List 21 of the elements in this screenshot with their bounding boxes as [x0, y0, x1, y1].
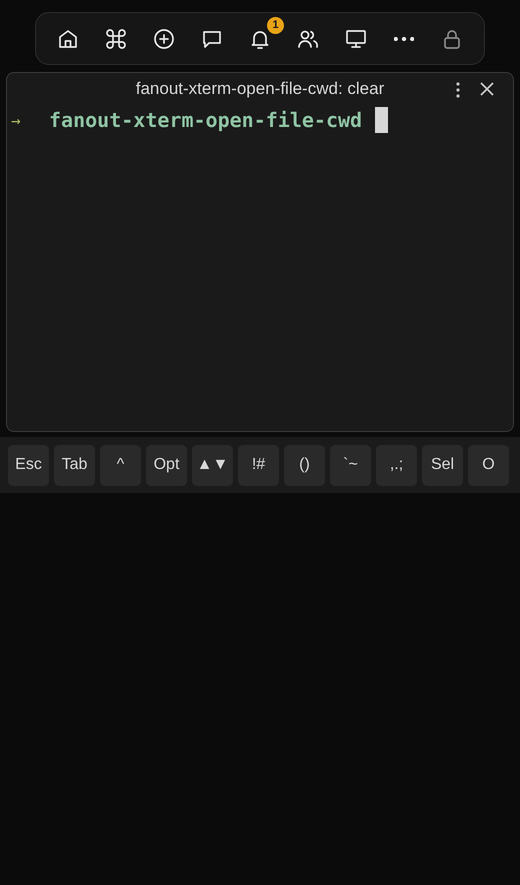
key-button[interactable]: Sel	[422, 444, 463, 486]
key-button[interactable]: O	[468, 444, 509, 486]
prompt-directory: fanout-xterm-open-file-cwd	[49, 108, 362, 132]
key-button[interactable]: ()	[284, 444, 325, 486]
key-button[interactable]: !#	[238, 444, 279, 486]
key-button[interactable]: Esc	[8, 444, 49, 486]
prompt-arrow: →	[11, 110, 22, 130]
notification-badge: 1	[267, 16, 284, 34]
key-button[interactable]: ^	[100, 444, 141, 486]
key-button[interactable]: ,.;	[376, 444, 417, 486]
close-icon	[479, 81, 495, 97]
command-icon	[104, 26, 128, 50]
text-cursor	[375, 107, 388, 133]
add-icon	[152, 26, 176, 50]
more-icon	[394, 36, 414, 40]
key-button[interactable]: `~	[330, 444, 371, 486]
more-vertical-icon	[455, 81, 461, 99]
key-button[interactable]: Opt	[146, 444, 187, 486]
terminal-title: fanout-xterm-open-file-cwd: clear	[136, 79, 384, 99]
key-button[interactable]: ▲▼	[192, 444, 233, 486]
key-button[interactable]: Tab	[54, 444, 95, 486]
